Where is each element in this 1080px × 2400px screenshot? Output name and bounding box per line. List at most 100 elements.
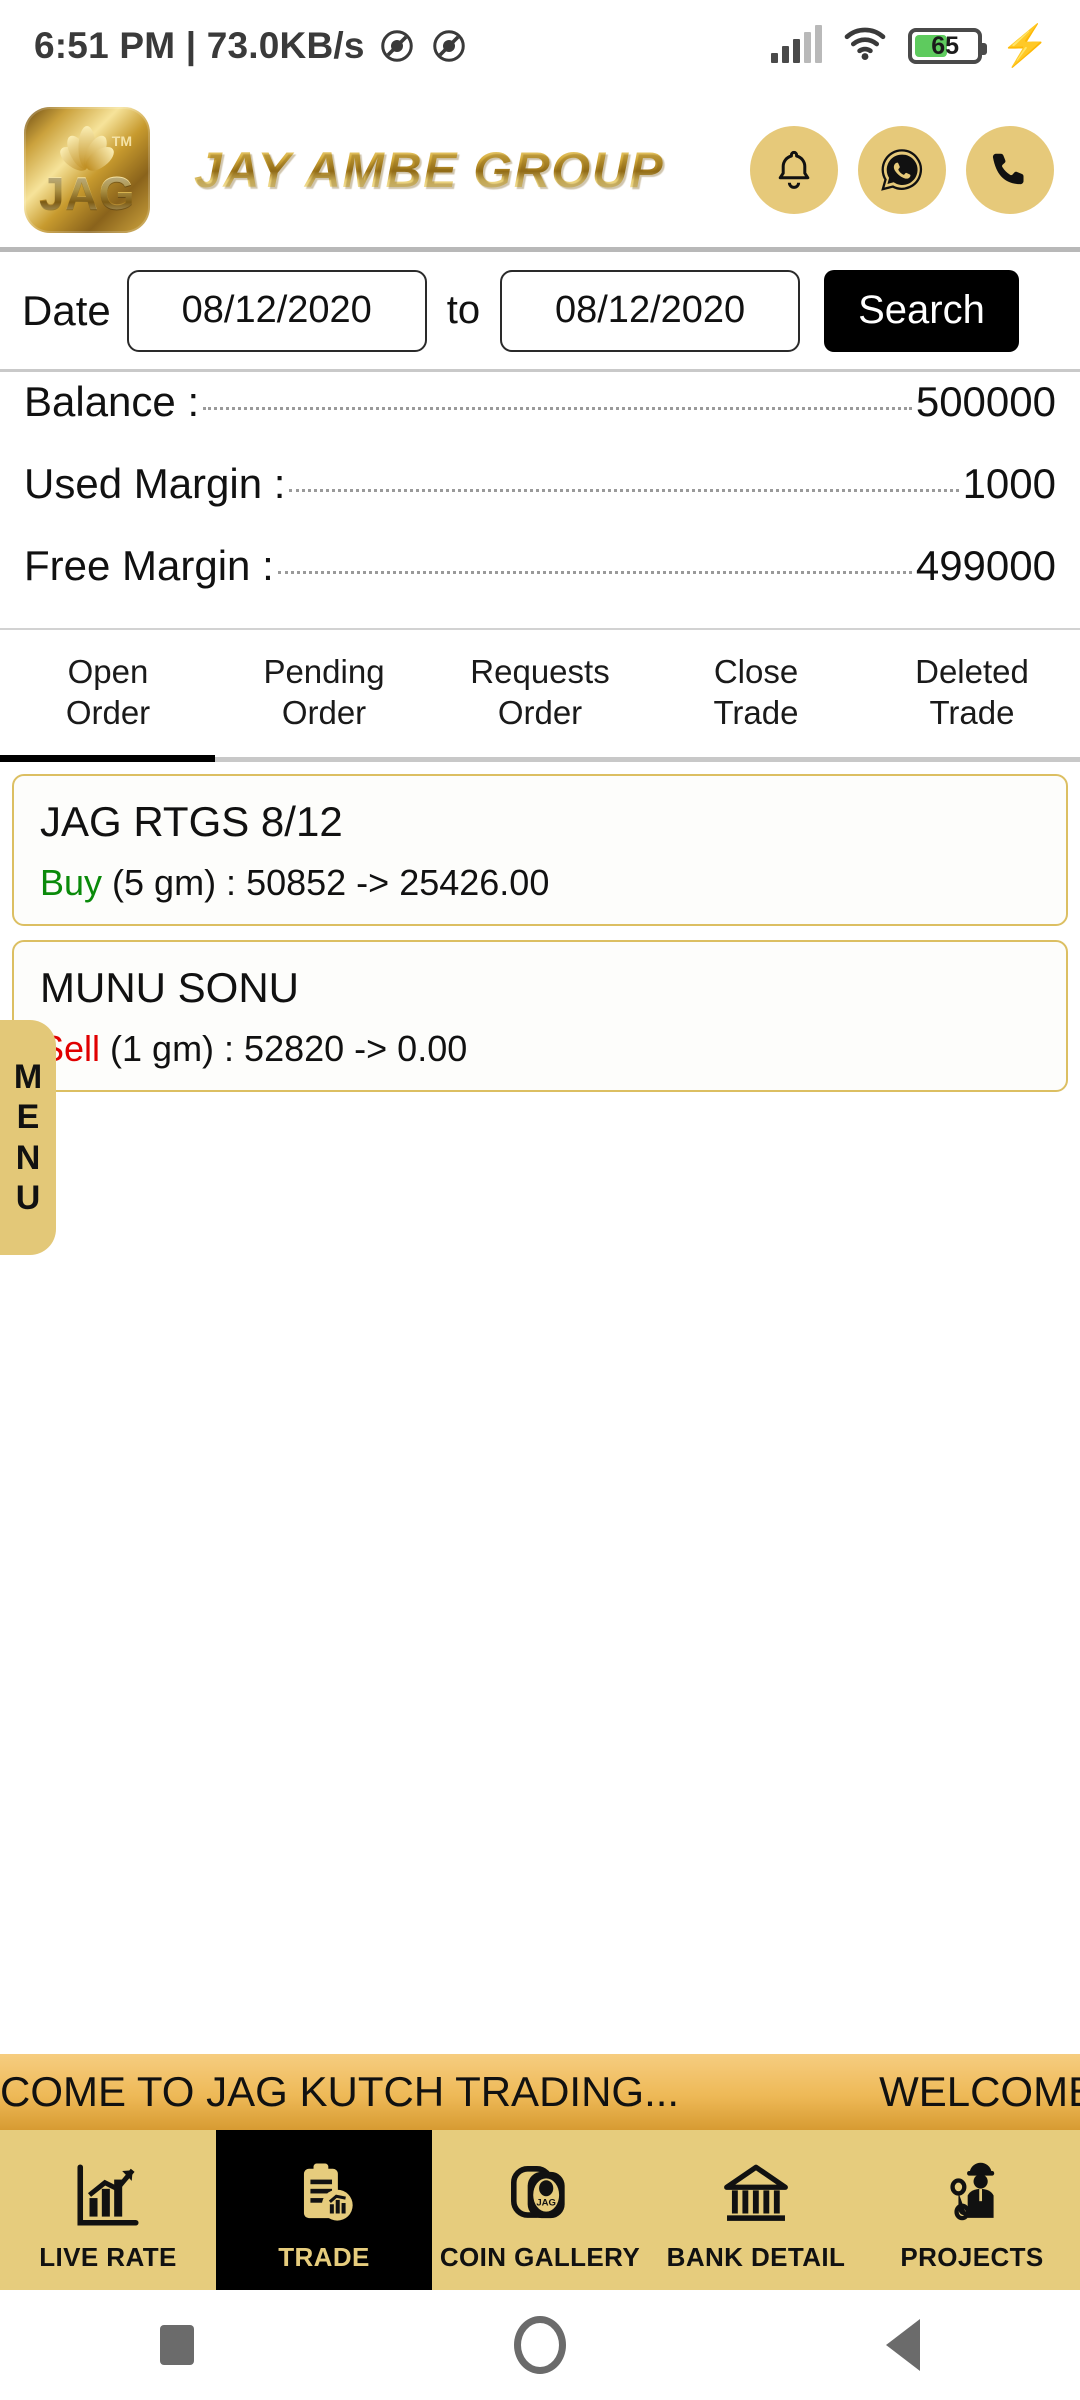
- status-bar: 6:51 PM | 73.0KB/s 65 ⚡: [0, 0, 1080, 92]
- tab-label-line1: Deleted: [915, 652, 1029, 690]
- date-to-label: to: [446, 288, 481, 332]
- tab-label-line1: Open: [67, 652, 149, 690]
- marquee-banner: COME TO JAG KUTCH TRADING... WELCOME: [0, 2054, 1080, 2130]
- order-detail-text: (5 gm) : 50852 -> 25426.00: [102, 862, 550, 903]
- status-bar-right: 65 ⚡: [771, 24, 1050, 68]
- date-filter-bar: Date to Search: [0, 252, 1080, 372]
- order-list: JAG RTGS 8/12 Buy (5 gm) : 50852 -> 2542…: [0, 762, 1080, 2054]
- tab-pending-order[interactable]: Pending Order: [216, 630, 432, 762]
- tab-label-line1: Pending: [263, 652, 385, 690]
- free-margin-label: Free Margin :: [24, 542, 274, 589]
- marquee-track: COME TO JAG KUTCH TRADING... WELCOME: [0, 2068, 1080, 2116]
- jag-logo: TM JAG: [24, 106, 150, 233]
- tab-requests-order[interactable]: Requests Order: [432, 630, 648, 762]
- brand-title: JAY AMBE GROUP: [150, 141, 750, 199]
- lotus-icon: [44, 124, 130, 175]
- marquee-text: WELCOME: [879, 2068, 1080, 2115]
- date-to-input[interactable]: [500, 269, 801, 352]
- order-title: JAG RTGS 8/12: [40, 798, 343, 845]
- order-tabs: Open Order Pending Order Requests Order …: [0, 630, 1080, 762]
- menu-side-tab[interactable]: M E N U: [0, 1020, 56, 1255]
- chart-growth-icon: [71, 2154, 145, 2232]
- phone-icon: [992, 153, 1024, 184]
- leader-dots: [277, 571, 912, 574]
- nav-item-live-rate[interactable]: LIVE RATE: [0, 2130, 216, 2290]
- leader-dots: [289, 489, 959, 492]
- nav-label: PROJECTS: [900, 2241, 1044, 2272]
- logo-text: JAG: [38, 166, 136, 219]
- status-clock: 6:51 PM | 73.0KB/s: [34, 25, 365, 66]
- engineer-icon: [935, 2154, 1009, 2232]
- no-sound-icon: [379, 28, 415, 64]
- order-card[interactable]: MUNU SONU Sell (1 gm) : 52820 -> 0.00: [12, 940, 1068, 1092]
- bottom-navigation: LIVE RATE TRADE JAG COIN GALLERY BANK DE…: [0, 2130, 1080, 2290]
- tab-label-line2: Trade: [713, 694, 799, 731]
- bank-building-icon: [719, 2154, 793, 2232]
- tab-close-trade[interactable]: Close Trade: [648, 630, 864, 762]
- date-label: Date: [22, 286, 111, 334]
- free-margin-value: 499000: [915, 542, 1056, 589]
- free-margin-row: Free Margin : 499000: [24, 542, 1056, 624]
- account-summary: Balance : 500000 Used Margin : 1000 Free…: [0, 372, 1080, 630]
- tab-label-line2: Order: [65, 694, 151, 731]
- tab-label-line2: Trade: [929, 694, 1015, 731]
- order-detail-text: (1 gm) : 52820 -> 0.00: [100, 1028, 468, 1069]
- date-from-input[interactable]: [126, 269, 427, 352]
- leader-dots: [203, 407, 912, 410]
- nav-label: TRADE: [278, 2241, 370, 2272]
- menu-letter: M: [13, 1058, 43, 1097]
- status-bar-left: 6:51 PM | 73.0KB/s: [34, 25, 467, 67]
- order-detail: Sell (1 gm) : 52820 -> 0.00: [40, 1028, 1040, 1070]
- search-button[interactable]: Search: [824, 269, 1019, 352]
- whatsapp-button[interactable]: [858, 125, 946, 214]
- tab-active-indicator: [0, 755, 215, 762]
- marquee-text: COME TO JAG KUTCH TRADING...: [0, 2068, 680, 2115]
- used-margin-label: Used Margin :: [24, 460, 286, 507]
- balance-label: Balance :: [24, 378, 200, 425]
- nav-item-projects[interactable]: PROJECTS: [864, 2130, 1080, 2290]
- nav-label: BANK DETAIL: [666, 2241, 846, 2272]
- app-header: TM JAG JAY AMBE GROUP: [0, 92, 1080, 252]
- nav-item-trade[interactable]: TRADE: [216, 2130, 432, 2290]
- notification-bell-button[interactable]: [750, 125, 838, 214]
- menu-letter: U: [15, 1178, 41, 1217]
- order-detail: Buy (5 gm) : 50852 -> 25426.00: [40, 862, 1040, 904]
- tab-label-line1: Close: [713, 652, 799, 690]
- tab-label-line1: Requests: [470, 652, 610, 690]
- status-notification-icons: [379, 28, 467, 64]
- system-navigation-bar: [0, 2290, 1080, 2400]
- call-button[interactable]: [966, 125, 1054, 214]
- nav-label: COIN GALLERY: [439, 2241, 641, 2272]
- circle-icon[interactable]: [514, 2316, 566, 2374]
- order-title: MUNU SONU: [40, 964, 299, 1011]
- nav-item-bank-detail[interactable]: BANK DETAIL: [648, 2130, 864, 2290]
- triangle-back-icon[interactable]: [886, 2319, 920, 2371]
- order-card[interactable]: JAG RTGS 8/12 Buy (5 gm) : 50852 -> 2542…: [12, 774, 1068, 926]
- menu-letter: N: [15, 1138, 41, 1177]
- used-margin-row: Used Margin : 1000: [24, 460, 1056, 542]
- tab-label-line2: Order: [497, 694, 583, 731]
- tab-open-order[interactable]: Open Order: [0, 630, 216, 762]
- app-screen: 6:51 PM | 73.0KB/s 65 ⚡ TM JAG JAY AMBE …: [0, 0, 1080, 2400]
- bell-icon: [778, 150, 810, 189]
- menu-letter: E: [16, 1098, 40, 1137]
- order-side: Buy: [40, 862, 103, 903]
- square-icon[interactable]: [160, 2325, 194, 2365]
- svg-text:JAG: JAG: [536, 2197, 556, 2208]
- used-margin-value: 1000: [962, 460, 1056, 507]
- coin-jag-icon: JAG: [503, 2154, 577, 2232]
- signal-bars-icon: [771, 25, 823, 63]
- nav-label: LIVE RATE: [39, 2241, 177, 2272]
- tab-deleted-trade[interactable]: Deleted Trade: [864, 630, 1080, 762]
- whatsapp-icon: [881, 148, 923, 191]
- wifi-icon: [842, 26, 888, 67]
- clipboard-chart-icon: [287, 2154, 361, 2232]
- battery-icon: 65: [908, 28, 988, 64]
- battery-level: 65: [931, 31, 960, 60]
- no-sound-icon: [431, 28, 467, 64]
- balance-value: 500000: [915, 378, 1056, 425]
- lightning-bolt-icon: ⚡: [1000, 24, 1050, 68]
- tab-label-line2: Order: [281, 694, 367, 731]
- balance-row: Balance : 500000: [24, 378, 1056, 460]
- nav-item-coin-gallery[interactable]: JAG COIN GALLERY: [432, 2130, 648, 2290]
